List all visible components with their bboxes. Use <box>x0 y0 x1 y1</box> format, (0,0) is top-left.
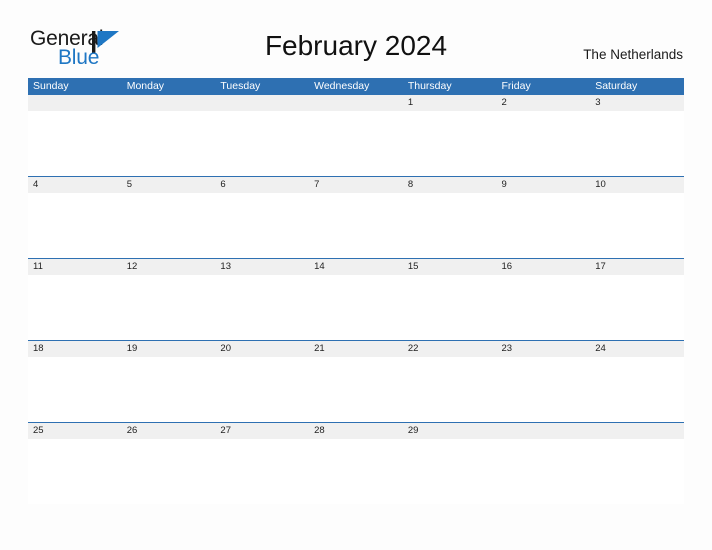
day-cell[interactable] <box>403 193 497 258</box>
day-cell[interactable] <box>215 111 309 176</box>
calendar-event-band <box>28 193 684 258</box>
day-number[interactable]: 28 <box>309 423 403 439</box>
day-cell[interactable] <box>497 439 591 504</box>
day-cell[interactable] <box>403 275 497 340</box>
day-cell[interactable] <box>497 357 591 422</box>
calendar-event-band <box>28 439 684 504</box>
calendar-date-band: 4 5 6 7 8 9 10 <box>28 177 684 193</box>
day-cell[interactable] <box>590 275 684 340</box>
day-cell[interactable] <box>122 357 216 422</box>
day-cell[interactable] <box>215 357 309 422</box>
day-number[interactable]: 20 <box>215 341 309 357</box>
day-number[interactable]: 7 <box>309 177 403 193</box>
day-number[interactable] <box>122 95 216 111</box>
day-number[interactable]: 27 <box>215 423 309 439</box>
day-cell[interactable] <box>497 111 591 176</box>
day-cell[interactable] <box>497 275 591 340</box>
day-number[interactable]: 8 <box>403 177 497 193</box>
day-number[interactable]: 4 <box>28 177 122 193</box>
day-cell[interactable] <box>122 275 216 340</box>
calendar-week-row: 4 5 6 7 8 9 10 <box>28 176 684 258</box>
day-number[interactable]: 21 <box>309 341 403 357</box>
day-number[interactable]: 24 <box>590 341 684 357</box>
calendar-weekday-header-row: Sunday Monday Tuesday Wednesday Thursday… <box>28 78 684 95</box>
day-number[interactable]: 3 <box>590 95 684 111</box>
calendar-date-band: 25 26 27 28 29 <box>28 423 684 439</box>
day-cell[interactable] <box>215 275 309 340</box>
day-number[interactable] <box>590 423 684 439</box>
weekday-header-tuesday: Tuesday <box>220 80 261 92</box>
day-cell[interactable] <box>309 275 403 340</box>
day-cell[interactable] <box>403 111 497 176</box>
day-number[interactable]: 9 <box>497 177 591 193</box>
calendar-event-band <box>28 111 684 176</box>
day-cell[interactable] <box>497 193 591 258</box>
day-cell[interactable] <box>590 111 684 176</box>
weekday-header-thursday: Thursday <box>407 80 452 92</box>
day-number[interactable]: 16 <box>497 259 591 275</box>
page-header: General Blue February 2024 The Netherlan… <box>0 0 712 78</box>
weekday-header-monday: Monday <box>126 80 165 92</box>
day-number[interactable]: 13 <box>215 259 309 275</box>
day-cell[interactable] <box>28 111 122 176</box>
calendar-date-band: 1 2 3 <box>28 95 684 111</box>
day-number[interactable]: 22 <box>403 341 497 357</box>
day-cell[interactable] <box>28 193 122 258</box>
day-number[interactable] <box>309 95 403 111</box>
calendar-week-row: 18 19 20 21 22 23 24 <box>28 340 684 422</box>
day-number[interactable]: 19 <box>122 341 216 357</box>
day-cell[interactable] <box>122 111 216 176</box>
calendar-week-row: 11 12 13 14 15 16 17 <box>28 258 684 340</box>
day-number[interactable] <box>28 95 122 111</box>
day-number[interactable] <box>215 95 309 111</box>
calendar-week-row: 25 26 27 28 29 <box>28 422 684 504</box>
day-number[interactable]: 15 <box>403 259 497 275</box>
day-cell[interactable] <box>215 439 309 504</box>
calendar-event-band <box>28 275 684 340</box>
day-cell[interactable] <box>122 439 216 504</box>
calendar-region-label: The Netherlands <box>583 47 683 62</box>
day-number[interactable]: 2 <box>497 95 591 111</box>
day-cell[interactable] <box>28 275 122 340</box>
day-cell[interactable] <box>28 357 122 422</box>
calendar-date-band: 11 12 13 14 15 16 17 <box>28 259 684 275</box>
day-number[interactable]: 18 <box>28 341 122 357</box>
day-cell[interactable] <box>215 193 309 258</box>
day-number[interactable]: 10 <box>590 177 684 193</box>
day-number[interactable]: 6 <box>215 177 309 193</box>
day-cell[interactable] <box>309 439 403 504</box>
weekday-header-wednesday: Wednesday <box>314 80 370 92</box>
calendar-event-band <box>28 357 684 422</box>
day-number[interactable]: 14 <box>309 259 403 275</box>
day-cell[interactable] <box>309 111 403 176</box>
weekday-header-sunday: Sunday <box>33 80 69 92</box>
day-number[interactable]: 5 <box>122 177 216 193</box>
calendar-date-band: 18 19 20 21 22 23 24 <box>28 341 684 357</box>
day-number[interactable]: 29 <box>403 423 497 439</box>
weekday-header-saturday: Saturday <box>595 80 638 92</box>
day-cell[interactable] <box>590 193 684 258</box>
day-number[interactable]: 11 <box>28 259 122 275</box>
day-cell[interactable] <box>28 439 122 504</box>
day-cell[interactable] <box>309 357 403 422</box>
day-number[interactable]: 1 <box>403 95 497 111</box>
day-cell[interactable] <box>590 357 684 422</box>
day-cell[interactable] <box>403 357 497 422</box>
day-number[interactable]: 23 <box>497 341 591 357</box>
day-cell[interactable] <box>309 193 403 258</box>
day-cell[interactable] <box>122 193 216 258</box>
weekday-header-friday: Friday <box>501 80 531 92</box>
calendar-week-row: 1 2 3 <box>28 95 684 176</box>
day-number[interactable]: 25 <box>28 423 122 439</box>
day-cell[interactable] <box>403 439 497 504</box>
day-number[interactable]: 17 <box>590 259 684 275</box>
day-number[interactable]: 12 <box>122 259 216 275</box>
calendar-grid: Sunday Monday Tuesday Wednesday Thursday… <box>28 78 684 504</box>
day-cell[interactable] <box>590 439 684 504</box>
day-number[interactable]: 26 <box>122 423 216 439</box>
day-number[interactable] <box>497 423 591 439</box>
